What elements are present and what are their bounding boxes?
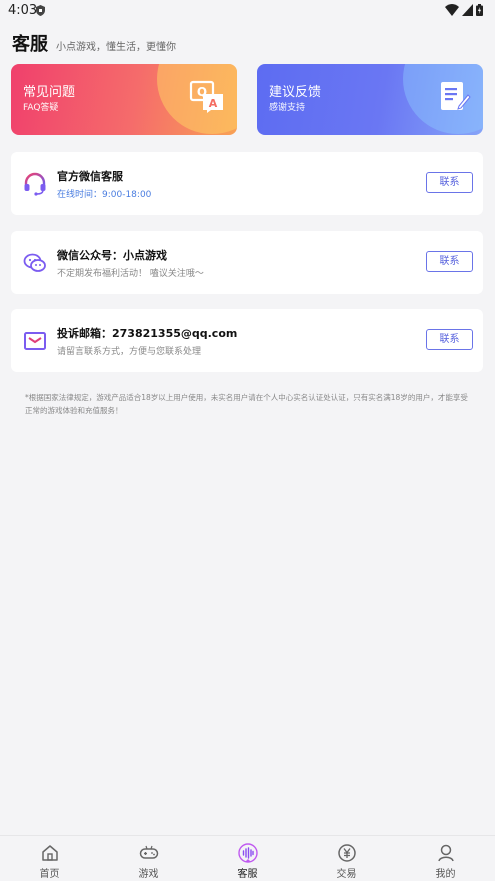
complaint-email-card: 投诉邮箱：273821355@qq.com 请留言联系方式，方便与您联系处理 联… xyxy=(11,309,483,372)
tab-label: 我的 xyxy=(435,869,456,880)
tab-service[interactable]: 客服 xyxy=(198,836,297,881)
wifi-icon xyxy=(445,4,459,16)
status-time: 4:03 xyxy=(8,3,38,18)
status-icons xyxy=(445,4,483,16)
home-icon xyxy=(41,845,58,861)
mail-icon xyxy=(24,332,46,350)
email-contact-button[interactable]: 联系 xyxy=(426,329,473,350)
faq-qa-icon: Q A xyxy=(189,80,223,113)
contact-desc: 请留言联系方式，方便与您联系处理 xyxy=(57,347,202,357)
feedback-card-subtitle: 感谢支持 xyxy=(269,103,306,113)
gamepad-icon xyxy=(139,845,158,859)
voice-service-icon xyxy=(237,843,258,863)
shield-icon xyxy=(36,5,45,16)
contact-desc: 在线时间：9:00-18:00 xyxy=(57,190,152,200)
tab-label: 首页 xyxy=(39,869,60,880)
page-header: 客服 小点游戏，懂生活，更懂你 xyxy=(12,30,176,56)
faq-card-title: 常见问题 xyxy=(23,85,76,100)
page-subtitle: 小点游戏，懂生活，更懂你 xyxy=(56,42,176,53)
contact-title: 投诉邮箱：273821355@qq.com xyxy=(57,327,238,340)
status-bar: 4:03 xyxy=(0,0,495,22)
contact-title: 微信公众号：小点游戏 xyxy=(57,249,167,262)
feedback-card[interactable]: 建议反馈 感谢支持 xyxy=(257,64,483,135)
tab-trade[interactable]: 交易 xyxy=(297,836,396,881)
wechat-service-contact-button[interactable]: 联系 xyxy=(426,172,473,193)
wechat-service-card: 官方微信客服 在线时间：9:00-18:00 联系 xyxy=(11,152,483,215)
svg-text:A: A xyxy=(209,97,218,110)
document-edit-icon xyxy=(441,82,471,110)
tab-games[interactable]: 游戏 xyxy=(99,836,198,881)
contact-title: 官方微信客服 xyxy=(57,170,123,183)
bottom-tab-bar: 首页 游戏 客服 交易 我的 xyxy=(0,835,495,881)
tab-label: 游戏 xyxy=(138,869,159,880)
wechat-icon xyxy=(23,253,46,272)
tab-home[interactable]: 首页 xyxy=(0,836,99,881)
wechat-official-account-card: 微信公众号：小点游戏 不定期发布福利活动！ 嗑议关注哦～ 联系 xyxy=(11,231,483,294)
wechat-account-contact-button[interactable]: 联系 xyxy=(426,251,473,272)
profile-icon xyxy=(437,844,454,862)
feedback-card-title: 建议反馈 xyxy=(269,85,322,100)
faq-card[interactable]: 常见问题 FAQ答疑 Q A xyxy=(11,64,237,135)
page-title: 客服 xyxy=(12,34,48,55)
tab-mine[interactable]: 我的 xyxy=(396,836,495,881)
battery-icon xyxy=(476,4,483,16)
contact-desc: 不定期发布福利活动！ 嗑议关注哦～ xyxy=(57,269,204,279)
yuan-coin-icon xyxy=(337,844,356,862)
tab-label: 客服 xyxy=(237,869,258,880)
legal-notice: *根据国家法律规定，游戏产品适合18岁以上用户使用，未实名用户请在个人中心实名认… xyxy=(25,393,468,415)
faq-card-subtitle: FAQ答疑 xyxy=(23,103,59,113)
headset-icon xyxy=(24,172,46,196)
tab-label: 交易 xyxy=(336,869,357,880)
signal-icon xyxy=(462,4,473,16)
